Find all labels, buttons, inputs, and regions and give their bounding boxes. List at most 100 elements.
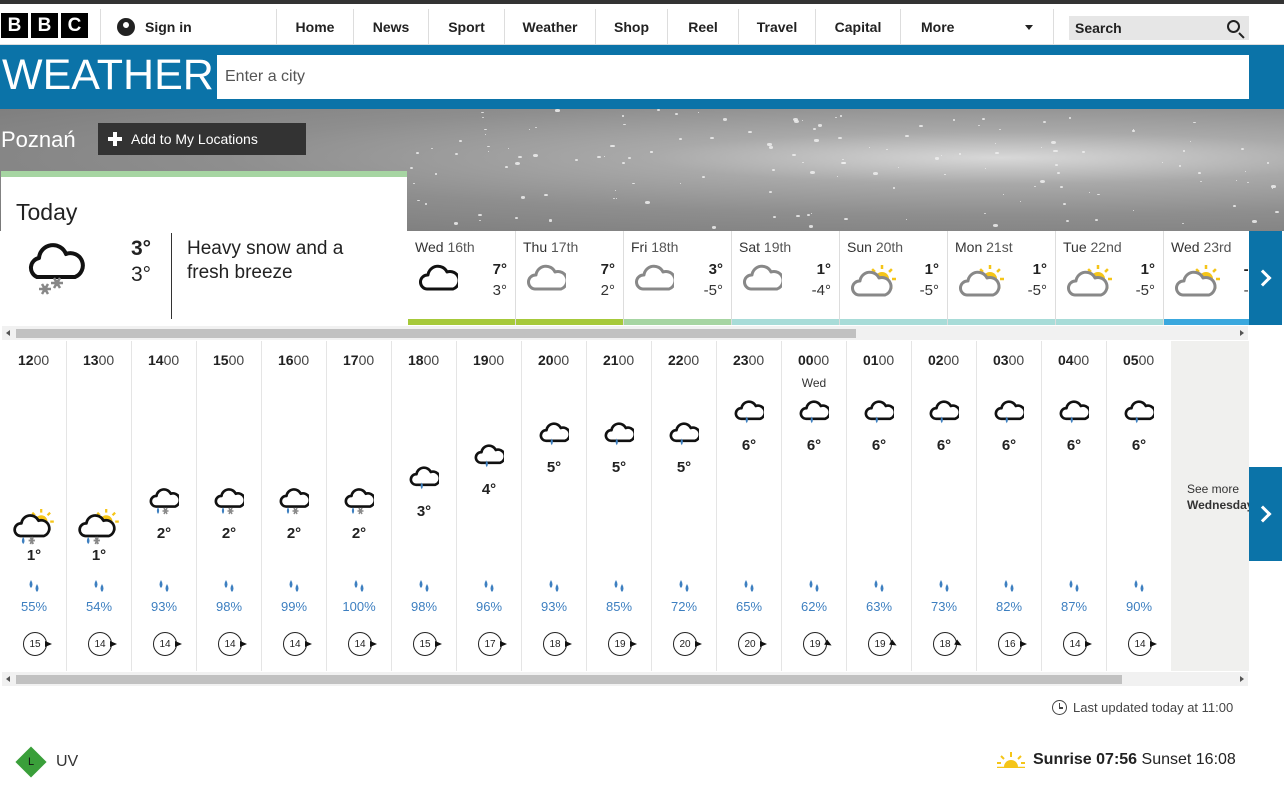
scroll-thumb[interactable]	[16, 329, 856, 338]
hour-column[interactable]: 0400 6° 87% 14	[1042, 341, 1107, 671]
wind-direction-arrow-icon	[500, 641, 507, 647]
nav-more-dropdown[interactable]: More	[900, 9, 1054, 45]
hour-column[interactable]: 1700 2° 100% 14	[327, 341, 392, 671]
next-hours-button[interactable]	[1249, 467, 1282, 561]
hour-temp: 6°	[1131, 437, 1147, 454]
sign-in-link[interactable]: Sign in	[100, 9, 276, 45]
snowflake-decoration	[998, 129, 1001, 131]
city-search-input[interactable]	[217, 55, 1249, 99]
day-forecast[interactable]: Tue 22nd 1° -5°	[1056, 231, 1164, 325]
hour-column[interactable]: 1800 3° 98% 15	[392, 341, 457, 671]
wind-speed: 15	[23, 632, 52, 656]
snowflake-decoration	[1056, 172, 1060, 175]
hour-column[interactable]: 1200 1° 55% 15	[2, 341, 67, 671]
bbc-logo[interactable]: B B C	[1, 13, 88, 38]
rain-cloud-icon	[669, 421, 702, 452]
snowflake-decoration	[722, 118, 728, 121]
snowflake-decoration	[793, 118, 798, 121]
snowflake-decoration	[424, 203, 428, 205]
day-forecast[interactable]: Fri 18th 3° -5°	[624, 231, 732, 325]
day-name: Wed 23rd	[1171, 239, 1232, 255]
hour-column[interactable]: 1300 1° 54% 14	[67, 341, 132, 671]
search-icon[interactable]	[1227, 20, 1240, 33]
scroll-left-icon[interactable]	[6, 330, 10, 336]
wind-direction-arrow-icon	[240, 641, 247, 647]
day-forecast[interactable]: Thu 17th 7° 2°	[516, 231, 624, 325]
hour-column[interactable]: 0200 6° 73% 18	[912, 341, 977, 671]
scroll-left-icon[interactable]	[6, 676, 10, 682]
nav-travel[interactable]: Travel	[738, 9, 815, 45]
hour-temp: 2°	[156, 525, 172, 542]
day-forecast[interactable]: Wed 23rd -1° -4°	[1164, 231, 1249, 325]
see-more-panel[interactable]: See more Wednesday	[1171, 341, 1249, 671]
add-to-my-locations-button[interactable]: Add to My Locations	[98, 123, 306, 155]
hour-column[interactable]: 1400 2° 93% 14	[132, 341, 197, 671]
weather-title[interactable]: WEATHER	[2, 51, 214, 100]
snowflake-decoration	[1039, 179, 1045, 183]
hour-column[interactable]: 2300 6° 65% 20	[717, 341, 782, 671]
hour-column[interactable]: 1500 2° 98% 14	[197, 341, 262, 671]
day-forecast[interactable]: Sun 20th 1° -5°	[840, 231, 948, 325]
raindrops-icon	[936, 579, 952, 599]
scroll-right-icon[interactable]	[1240, 330, 1244, 336]
snowflake-decoration	[836, 176, 839, 178]
nav-sport[interactable]: Sport	[428, 9, 504, 45]
snowflake-decoration	[628, 157, 632, 160]
nav-home[interactable]: Home	[276, 9, 353, 45]
wind-speed: 14	[88, 632, 117, 656]
precipitation-chance: 72%	[670, 599, 698, 614]
hour-column[interactable]: 0100 6° 63% 19	[847, 341, 912, 671]
wind-speed: 19	[608, 632, 637, 656]
sun-cloud-icon	[1066, 263, 1114, 306]
search-box[interactable]: Search	[1069, 16, 1249, 40]
snowflake-decoration	[993, 224, 998, 227]
scroll-right-icon[interactable]	[1240, 676, 1244, 682]
nav-news[interactable]: News	[353, 9, 428, 45]
clock-icon	[1052, 700, 1067, 715]
nav-weather[interactable]: Weather	[504, 9, 595, 45]
day-min-temp: 2°	[600, 282, 615, 299]
raindrops-icon	[286, 579, 302, 599]
hour-column[interactable]: 2200 5° 72% 20	[652, 341, 717, 671]
hourly-scrollbar-bottom[interactable]	[2, 672, 1248, 686]
day-forecast[interactable]: Mon 21st 1° -5°	[948, 231, 1056, 325]
nav-reel[interactable]: Reel	[667, 9, 738, 45]
snowflake-decoration	[796, 214, 801, 218]
nav-capital[interactable]: Capital	[815, 9, 900, 45]
wind-direction-arrow-icon	[370, 641, 377, 647]
see-more-text: See more	[1187, 482, 1240, 496]
rain-cloud-icon	[474, 443, 507, 474]
hour-column[interactable]: 1600 2° 99% 14	[262, 341, 327, 671]
snowflake-decoration	[1132, 210, 1135, 212]
hour-column[interactable]: 2100 5° 85% 19	[587, 341, 652, 671]
snowflake-decoration	[1189, 140, 1191, 142]
raindrops-icon	[26, 579, 42, 599]
hourly-scrollbar-top[interactable]	[2, 326, 1248, 340]
hour-temp: 1°	[26, 547, 42, 564]
scroll-thumb[interactable]	[16, 675, 1122, 684]
wind-speed: 20	[673, 632, 702, 656]
search-placeholder: Search	[1075, 20, 1122, 36]
next-days-button[interactable]	[1249, 231, 1282, 325]
hour-column[interactable]: 2000 5° 93% 18	[522, 341, 587, 671]
uv-indicator[interactable]: L UV	[15, 746, 78, 778]
weather-banner: WEATHER	[0, 45, 1284, 109]
day-min-temp: -5°	[1027, 282, 1047, 299]
snowflake-decoration	[697, 112, 699, 114]
day-forecast[interactable]: Wed 16th 7° 3°	[408, 231, 516, 325]
hour-column[interactable]: 1900 4° 96% 17	[457, 341, 522, 671]
precipitation-chance: 85%	[605, 599, 633, 614]
nav-shop[interactable]: Shop	[595, 9, 667, 45]
sleet-icon	[149, 487, 182, 522]
wind-direction-arrow-icon	[45, 641, 52, 647]
today-summary[interactable]: Today 3° 3° Heavy snow and a fresh breez…	[1, 171, 407, 324]
wind-direction-arrow-icon	[175, 641, 182, 647]
hour-column[interactable]: 0500 6° 90% 14	[1107, 341, 1172, 671]
hour-time: 0300	[993, 352, 1025, 368]
day-forecast[interactable]: Sat 19th 1° -4°	[732, 231, 840, 325]
hour-column[interactable]: 0300 6° 82% 16	[977, 341, 1042, 671]
snowflake-decoration	[514, 216, 519, 220]
hour-temp: 2°	[351, 525, 367, 542]
hour-column[interactable]: 0000 Wed 6° 62% 19	[782, 341, 847, 671]
snowflake-decoration	[981, 118, 985, 120]
